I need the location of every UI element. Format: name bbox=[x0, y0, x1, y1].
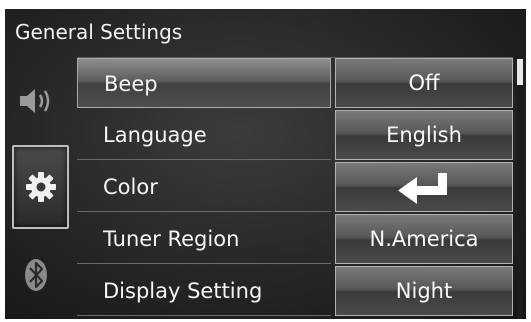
page-title: General Settings bbox=[15, 20, 183, 44]
settings-row-tuner-region[interactable]: Tuner Region N.America bbox=[77, 214, 513, 265]
settings-row-color[interactable]: Color bbox=[77, 162, 513, 213]
tab-bluetooth[interactable] bbox=[5, 235, 67, 315]
gear-icon bbox=[25, 172, 56, 202]
settings-row-display-setting[interactable]: Display Setting Night bbox=[77, 266, 513, 317]
settings-list: Beep Off Language English Color Tuner Re… bbox=[77, 57, 513, 319]
scrollbar-thumb[interactable] bbox=[517, 59, 523, 85]
settings-screen: General Settings Beep Off Language Engli… bbox=[5, 9, 526, 319]
tab-general[interactable] bbox=[12, 145, 69, 229]
setting-label: Language bbox=[77, 110, 331, 160]
scrollbar[interactable] bbox=[517, 57, 523, 319]
beep-value-button[interactable]: Off bbox=[335, 58, 513, 108]
language-value-button[interactable]: English bbox=[335, 110, 513, 160]
tuner-region-value-button[interactable]: N.America bbox=[335, 214, 513, 264]
enter-arrow-icon bbox=[398, 173, 447, 204]
color-enter-button[interactable] bbox=[335, 162, 513, 212]
settings-row-beep[interactable]: Beep Off bbox=[77, 58, 513, 109]
setting-label: Beep bbox=[77, 58, 331, 108]
bluetooth-icon bbox=[25, 259, 47, 291]
category-sidebar bbox=[5, 57, 69, 319]
setting-label: Tuner Region bbox=[77, 214, 331, 264]
display-setting-value-button[interactable]: Night bbox=[335, 266, 513, 316]
settings-row-language[interactable]: Language English bbox=[77, 110, 513, 161]
speaker-icon bbox=[20, 89, 50, 113]
setting-label: Display Setting bbox=[77, 266, 331, 316]
setting-label: Color bbox=[77, 162, 331, 212]
tab-audio[interactable] bbox=[5, 61, 67, 141]
